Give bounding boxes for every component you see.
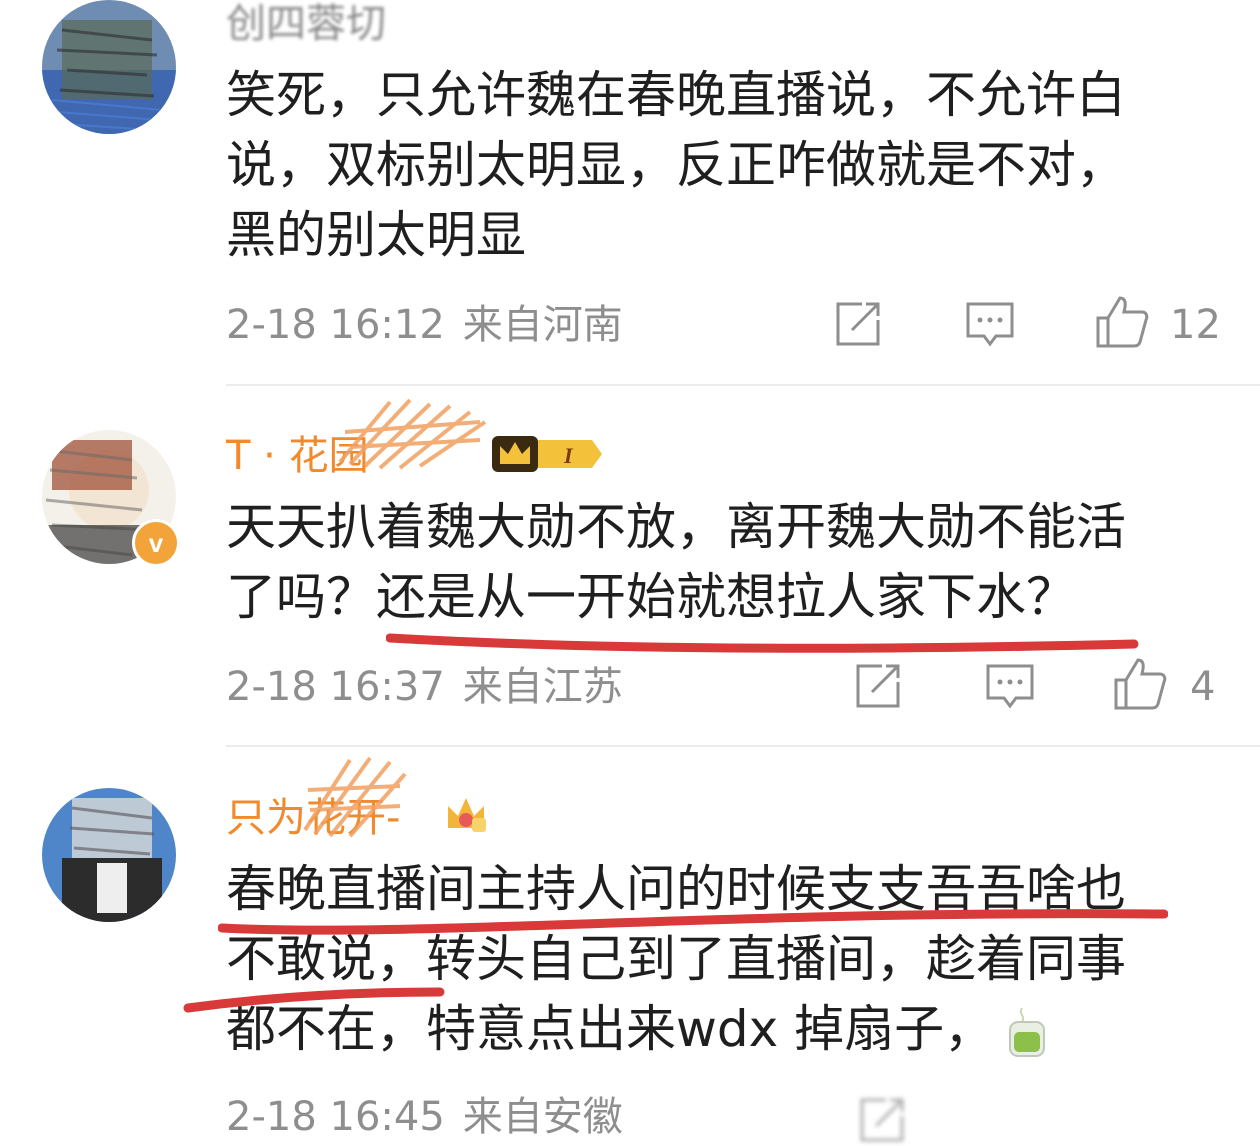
crown-icon: I — [492, 436, 602, 472]
comment-line: 天天扒着魏大勋不放，离开魏大勋不能活 — [226, 498, 1126, 556]
location: 来自河南 — [462, 302, 623, 348]
comment-text: 天天扒着魏大勋不放，离开魏大勋不能活 了吗？还是从一开始就想拉人家下水？ — [226, 492, 1206, 632]
share-icon[interactable] — [856, 1094, 908, 1146]
timestamp: 2-18 16:37 — [226, 664, 445, 710]
comment-line: 笑死，只允许魏在春晚直播说，不允许白 — [226, 66, 1126, 124]
divider — [226, 745, 1260, 747]
comment-line: 了吗？还是从一开始就想拉人家下水？ — [226, 568, 1076, 626]
location: 来自江苏 — [462, 664, 623, 710]
timestamp: 2-18 16:12 — [226, 302, 445, 348]
location: 来自安徽 — [462, 1094, 623, 1140]
comment-text: 笑死，只允许魏在春晚直播说，不允许白 说，双标别太明显，反正咋做就是不对， 黑的… — [226, 60, 1206, 270]
comment-line: 春晚直播间主持人问的时候支支吾吾啥也 — [226, 860, 1126, 918]
comment-line: 黑的别太明显 — [226, 206, 526, 264]
avatar[interactable] — [42, 788, 176, 922]
level-badge-text: I — [563, 443, 574, 468]
comment-meta: 2-18 16:12 来自河南 — [226, 300, 623, 350]
thumbs-up-icon[interactable] — [1112, 656, 1168, 712]
tea-cup-emoji-icon — [1009, 1006, 1046, 1057]
comment-icon[interactable] — [984, 660, 1036, 712]
like-count: 12 — [1170, 302, 1221, 348]
crown-icon — [448, 798, 486, 832]
comment-line: 不敢说，转头自己到了直播间，趁着同事 — [226, 930, 1126, 988]
username[interactable]: 只为花开- — [226, 794, 400, 842]
like-count: 4 — [1190, 664, 1216, 710]
username[interactable]: T · 花园 — [226, 432, 369, 480]
timestamp: 2-18 16:45 — [226, 1094, 445, 1140]
comment-text: 春晚直播间主持人问的时候支支吾吾啥也 不敢说，转头自己到了直播间，趁着同事 都不… — [226, 854, 1206, 1064]
share-icon[interactable] — [832, 298, 884, 350]
comment-line: 说，双标别太明显，反正咋做就是不对， — [226, 136, 1126, 194]
share-icon[interactable] — [852, 660, 904, 712]
avatar[interactable] — [42, 0, 176, 134]
comment-line: 都不在，特意点出来wdx 掉扇子， — [226, 1000, 995, 1058]
username[interactable]: 创四蓉切 — [226, 0, 386, 48]
thumbs-up-icon[interactable] — [1094, 294, 1150, 350]
comment-meta: 2-18 16:45 来自安徽 — [226, 1092, 623, 1142]
divider — [226, 384, 1260, 386]
comment-icon[interactable] — [964, 298, 1016, 350]
comment-meta: 2-18 16:37 来自江苏 — [226, 662, 623, 712]
verified-v-badge-icon: v — [132, 519, 180, 567]
comment-line-wrapper: 都不在，特意点出来wdx 掉扇子， — [226, 994, 1206, 1064]
comment-item-1: 创四蓉切 笑死，只允许魏在春晚直播说，不允许白 说，双标别太明显，反正咋做就是不… — [0, 0, 1260, 385]
